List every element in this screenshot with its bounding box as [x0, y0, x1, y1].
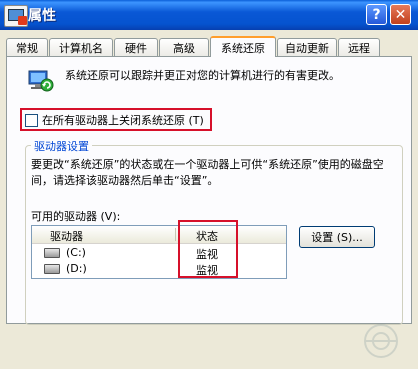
- tab-advanced[interactable]: 高级: [159, 38, 209, 56]
- system-properties-icon: [4, 5, 28, 27]
- tab-system-restore[interactable]: 系统还原: [210, 36, 276, 57]
- drive-name: (D:): [66, 262, 87, 275]
- watermark-logo: [364, 324, 398, 358]
- window-title: 属性: [28, 8, 56, 24]
- tab-automatic-updates[interactable]: 自动更新: [277, 38, 337, 56]
- drive-name: (C:): [66, 246, 86, 259]
- list-item[interactable]: (D:) 监视: [32, 261, 286, 277]
- list-item[interactable]: (C:) 监视: [32, 245, 286, 261]
- tab-general[interactable]: 常规: [6, 38, 48, 56]
- system-restore-icon: [28, 70, 54, 92]
- settings-button[interactable]: 设置 (S)...: [299, 226, 375, 248]
- close-button[interactable]: ✕: [390, 4, 411, 25]
- drives-list[interactable]: 驱动器 状态 (C:) 监视 (D:) 监视: [31, 225, 287, 279]
- hard-drive-icon: [44, 264, 60, 274]
- highlight-box-checkbox: [20, 108, 212, 131]
- column-drive[interactable]: 驱动器: [50, 228, 83, 244]
- tab-computer-name[interactable]: 计算机名: [49, 38, 113, 56]
- drive-settings-title: 驱动器设置: [31, 138, 92, 154]
- title-bar: 属性 ? ✕: [0, 0, 418, 30]
- available-drives-label: 可用的驱动器 (V):: [31, 210, 121, 223]
- help-button[interactable]: ?: [366, 4, 387, 25]
- description-text: 系统还原可以跟踪并更正对您的计算机进行的有害更改。: [65, 69, 340, 82]
- drives-list-header: 驱动器 状态: [32, 226, 286, 244]
- tab-strip: 常规 计算机名 硬件 高级 系统还原 自动更新 远程: [6, 36, 412, 57]
- column-separator[interactable]: [175, 228, 176, 241]
- drive-settings-text: 要更改“系统还原”的状态或在一个驱动器上可供“系统还原”使用的磁盘空间，请选择该…: [31, 158, 384, 187]
- tab-hardware[interactable]: 硬件: [114, 38, 158, 56]
- hard-drive-icon: [44, 248, 60, 258]
- tab-remote[interactable]: 远程: [338, 38, 380, 56]
- highlight-box-status: [178, 220, 238, 278]
- system-restore-panel: 系统还原可以跟踪并更正对您的计算机进行的有害更改。 在所有驱动器上关闭系统还原 …: [6, 56, 412, 358]
